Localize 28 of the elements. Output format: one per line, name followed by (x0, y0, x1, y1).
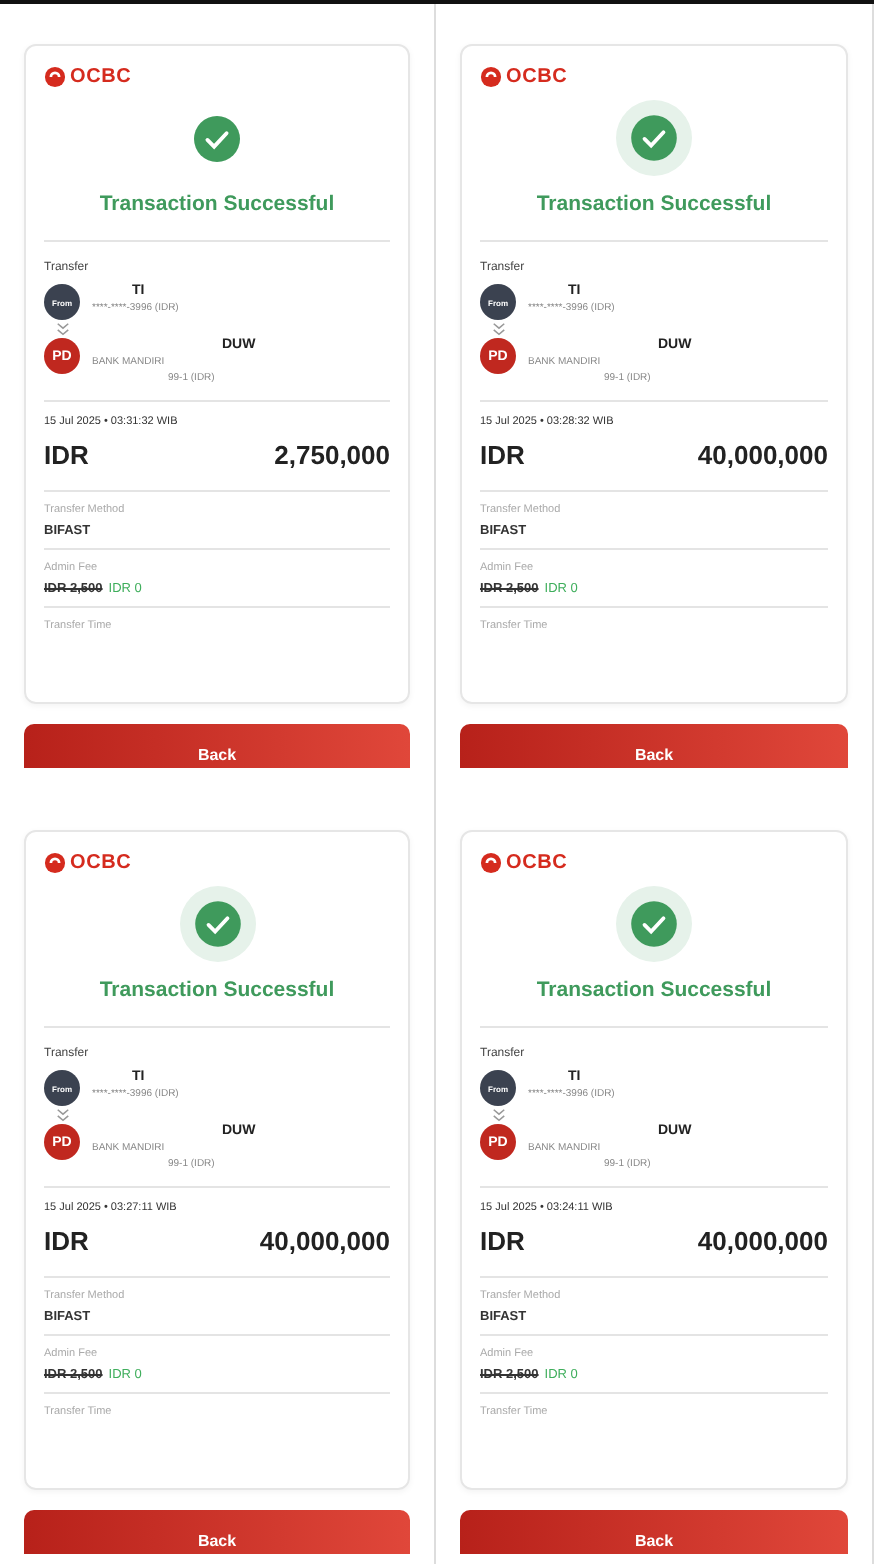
double-chevron-icon (492, 322, 506, 336)
bank-logo: OCBC (70, 852, 132, 874)
status-title: Transaction Successful (534, 192, 774, 216)
double-chevron-icon (56, 1108, 70, 1122)
bank-logo: OCBC (70, 66, 132, 88)
back-button[interactable]: Back (460, 1510, 848, 1554)
logo-icon (480, 852, 502, 874)
transfer-amount: 2,750,000 (274, 440, 390, 470)
logo-icon (44, 852, 66, 874)
back-button[interactable]: Back (24, 724, 410, 768)
status-title: Transaction Successful (534, 978, 774, 1002)
back-button[interactable]: Back (24, 1510, 410, 1554)
logo-icon (480, 66, 502, 88)
bank-logo: OCBC (506, 852, 568, 874)
bank-logo: OCBC (506, 66, 568, 88)
logo-icon (44, 66, 66, 88)
currency-code: IDR (480, 440, 525, 470)
status-title: Transaction Successful (97, 978, 337, 1002)
transfer-amount: 40,000,000 (697, 1226, 828, 1256)
double-chevron-icon (492, 1108, 506, 1122)
back-button[interactable]: Back (460, 724, 848, 768)
transfer-amount: 40,000,000 (259, 1226, 390, 1256)
currency-code: IDR (44, 1226, 89, 1256)
status-title: Transaction Successful (97, 192, 337, 216)
currency-code: IDR (480, 1226, 525, 1256)
double-chevron-icon (56, 322, 70, 336)
currency-code: IDR (44, 440, 89, 470)
transfer-amount: 40,000,000 (697, 440, 828, 470)
